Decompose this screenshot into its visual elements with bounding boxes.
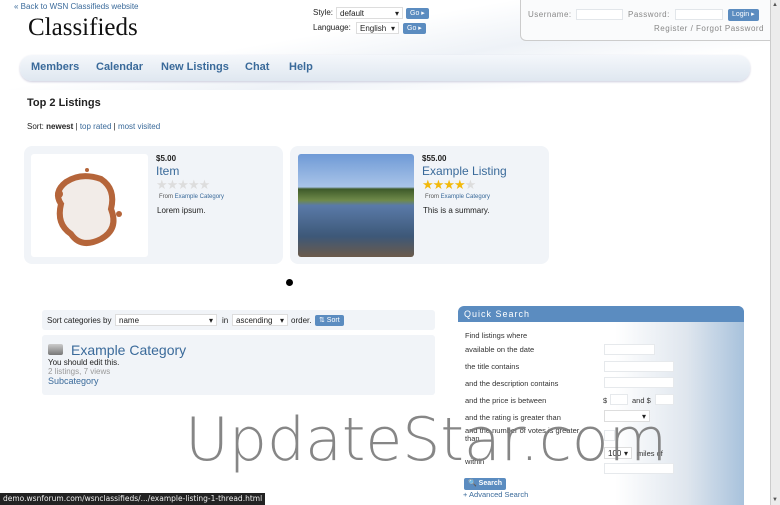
watermark: UpdateStar.com — [185, 405, 668, 475]
separator: | — [113, 122, 116, 131]
category-link[interactable]: Example Category — [175, 194, 224, 200]
register-link[interactable]: Register — [654, 24, 688, 33]
username-input[interactable] — [576, 9, 623, 20]
category-item: Example Category You should edit this. 2… — [42, 335, 435, 395]
language-value: English — [360, 24, 387, 33]
search-button-label: Search — [478, 480, 503, 487]
rating-stars: ★★★★★ — [422, 177, 476, 192]
category-stats: 2 listings, 7 views — [48, 367, 111, 376]
chevron-down-icon: ▾ — [208, 316, 213, 325]
description-input[interactable] — [604, 377, 674, 388]
language-select[interactable]: English ▾ — [356, 22, 399, 34]
sort-current: newest — [46, 122, 74, 131]
from-label: From — [159, 194, 173, 200]
splash-image-icon — [54, 168, 122, 246]
sort-label: Sort: — [27, 122, 44, 131]
sort-top-rated-link[interactable]: top rated — [80, 122, 112, 131]
description-label: and the description contains — [465, 379, 559, 388]
nav-chat[interactable]: Chat — [245, 61, 269, 73]
language-label: Language: — [313, 23, 351, 32]
chevron-down-icon: ▾ — [279, 316, 284, 325]
listing-title[interactable]: Example Listing — [422, 164, 507, 178]
category-description: You should edit this. — [48, 358, 120, 367]
scroll-up-icon[interactable]: ▲ — [772, 2, 778, 8]
password-label: Password: — [628, 10, 670, 19]
listing-card[interactable]: $55.00 Example Listing ★★★★★ From Exampl… — [290, 146, 549, 264]
title-input[interactable] — [604, 361, 674, 372]
folder-icon — [48, 344, 63, 355]
chevron-down-icon: ▾ — [394, 9, 399, 18]
category-sort-bar: Sort categories by name ▾ in ascending ▾ o… — [42, 310, 435, 330]
status-bar: demo.wsnforum.com/wsnclassifieds/.../exa… — [0, 493, 265, 505]
category-title[interactable]: Example Category — [71, 342, 186, 358]
sort-most-visited-link[interactable]: most visited — [118, 122, 160, 131]
sort-direction-value: ascending — [236, 316, 273, 325]
price-max-input[interactable] — [655, 394, 674, 405]
sort-direction-select[interactable]: ascending ▾ — [232, 314, 288, 326]
listing-sort: Sort: newest | top rated | most visited — [27, 122, 160, 131]
password-input[interactable] — [675, 9, 723, 20]
price-label: and the price is between — [465, 396, 547, 405]
sort-button[interactable]: ⇅ Sort — [315, 315, 344, 326]
scrollbar[interactable]: ▲ ▼ — [770, 0, 780, 505]
listing-price: $5.00 — [156, 154, 177, 163]
from-label: From — [425, 194, 439, 200]
price-min-input[interactable] — [610, 394, 628, 405]
listing-description: Lorem ipsum. — [157, 206, 206, 215]
sort-field-select[interactable]: name ▾ — [115, 314, 217, 326]
date-input[interactable] — [604, 344, 655, 355]
price-to-label: and $ — [632, 396, 651, 405]
price-from-label: $ — [603, 396, 608, 405]
listings-heading: Top 2 Listings — [27, 97, 101, 109]
language-go-button[interactable]: Go ▸ — [403, 23, 426, 34]
style-value: default — [340, 9, 365, 18]
style-label: Style: — [313, 8, 334, 17]
listing-card[interactable]: $5.00 Item ★★★★★ From Example Category L… — [24, 146, 283, 264]
listing-from: From Example Category — [425, 194, 490, 200]
quick-search-title: Quick Search — [458, 306, 744, 322]
rating-stars: ★★★★★ — [156, 177, 210, 192]
order-label: order. — [291, 316, 312, 325]
in-label: in — [222, 316, 229, 325]
category-link[interactable]: Example Category — [441, 194, 490, 200]
site-title: Classifieds — [28, 14, 138, 41]
separator: / — [690, 24, 694, 33]
main-nav: Members Calendar New Listings Chat Help — [20, 55, 750, 81]
back-link[interactable]: « Back to WSN Classifieds website — [14, 2, 139, 11]
scroll-down-icon[interactable]: ▼ — [772, 497, 778, 503]
listing-description: This is a summary. — [423, 206, 490, 215]
carousel-dot[interactable] — [286, 279, 293, 286]
nav-calendar[interactable]: Calendar — [96, 61, 143, 73]
listing-title[interactable]: Item — [156, 164, 179, 178]
chevron-down-icon: ▾ — [390, 24, 395, 33]
style-select[interactable]: default ▾ — [336, 7, 403, 19]
date-label: available on the date — [465, 345, 535, 354]
listing-price: $55.00 — [422, 154, 447, 163]
sort-categories-label: Sort categories by — [47, 316, 112, 325]
nav-help[interactable]: Help — [289, 61, 313, 73]
username-label: Username: — [528, 10, 572, 19]
subcategory-link[interactable]: Subcategory — [48, 376, 99, 386]
nav-new-listings[interactable]: New Listings — [161, 61, 229, 73]
title-label: the title contains — [465, 362, 520, 371]
listing-image[interactable] — [31, 154, 148, 257]
separator: | — [75, 122, 78, 131]
nav-members[interactable]: Members — [31, 61, 79, 73]
search-button[interactable]: 🔍 Search — [464, 478, 507, 490]
login-panel: Username: Password: Login ▸ Register / F… — [520, 0, 770, 41]
listing-image[interactable] — [298, 154, 414, 257]
login-button[interactable]: Login ▸ — [728, 9, 759, 21]
search-icon: 🔍 — [468, 480, 477, 487]
forgot-password-link[interactable]: Forgot Password — [696, 24, 764, 33]
listing-from: From Example Category — [159, 194, 224, 200]
advanced-search-link[interactable]: + Advanced Search — [463, 490, 528, 499]
sort-field-value: name — [119, 316, 140, 325]
intro-text: Find listings where — [465, 331, 528, 340]
style-go-button[interactable]: Go ▸ — [406, 8, 429, 19]
